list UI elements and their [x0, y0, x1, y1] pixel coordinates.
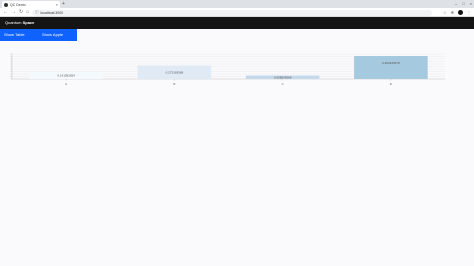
window-controls: – □ ×	[455, 0, 472, 7]
more-icon[interactable]: ⋮	[467, 10, 471, 15]
plus-icon[interactable]: +	[62, 1, 65, 7]
action-bar: Show Table Show Apple	[0, 29, 77, 41]
bar-label: 0.462345678	[382, 61, 400, 65]
browser-tabstrip: QC Demo × + – □ ×	[0, 0, 474, 8]
tab-title: QC Demo	[10, 2, 26, 7]
back-icon[interactable]: ←	[3, 9, 8, 16]
bar-label: 0.272165568	[166, 70, 184, 74]
favicon-icon	[4, 2, 8, 7]
show-table-button[interactable]: Show Table	[4, 29, 25, 41]
show-apple-button[interactable]: Show Apple	[42, 29, 63, 41]
x-tick-label: B	[173, 82, 175, 86]
bar-label: 0.058543568	[274, 75, 292, 79]
x-tick-label: A	[65, 82, 67, 86]
x-tick-label: C	[282, 82, 285, 86]
star-icon[interactable]: ☆	[443, 10, 447, 15]
minimize-icon[interactable]: –	[455, 0, 457, 7]
info-icon: ⓘ	[35, 10, 39, 14]
extensions-icon[interactable]: ✻	[451, 10, 454, 15]
avatar[interactable]	[458, 10, 463, 15]
url-text: localhost:3000	[40, 10, 64, 15]
forward-icon[interactable]: →	[11, 9, 16, 16]
maximize-icon[interactable]: □	[462, 0, 464, 7]
home-icon[interactable]: ⌂	[26, 9, 29, 16]
browser-tab[interactable]: QC Demo ×	[2, 1, 60, 8]
x-tick-label: D	[390, 82, 393, 86]
bar-D[interactable]	[354, 56, 428, 79]
bar-label: 0.141592654	[57, 74, 75, 78]
close-window-icon[interactable]: ×	[470, 0, 472, 7]
brand-name[interactable]: Quantum Space	[5, 17, 34, 29]
bar-chart: 0.141592654 0.272165568 0.058543568 0.46234…	[10, 53, 445, 86]
address-bar[interactable]: ⓘ localhost:3000	[32, 9, 432, 16]
browser-toolbar: ← → ↻ ⌂ ⓘ localhost:3000 ☆ ✻ ⋮	[0, 8, 474, 17]
reload-icon[interactable]: ↻	[19, 9, 23, 16]
close-icon[interactable]: ×	[56, 2, 58, 7]
app-header: Quantum Space	[0, 17, 474, 29]
